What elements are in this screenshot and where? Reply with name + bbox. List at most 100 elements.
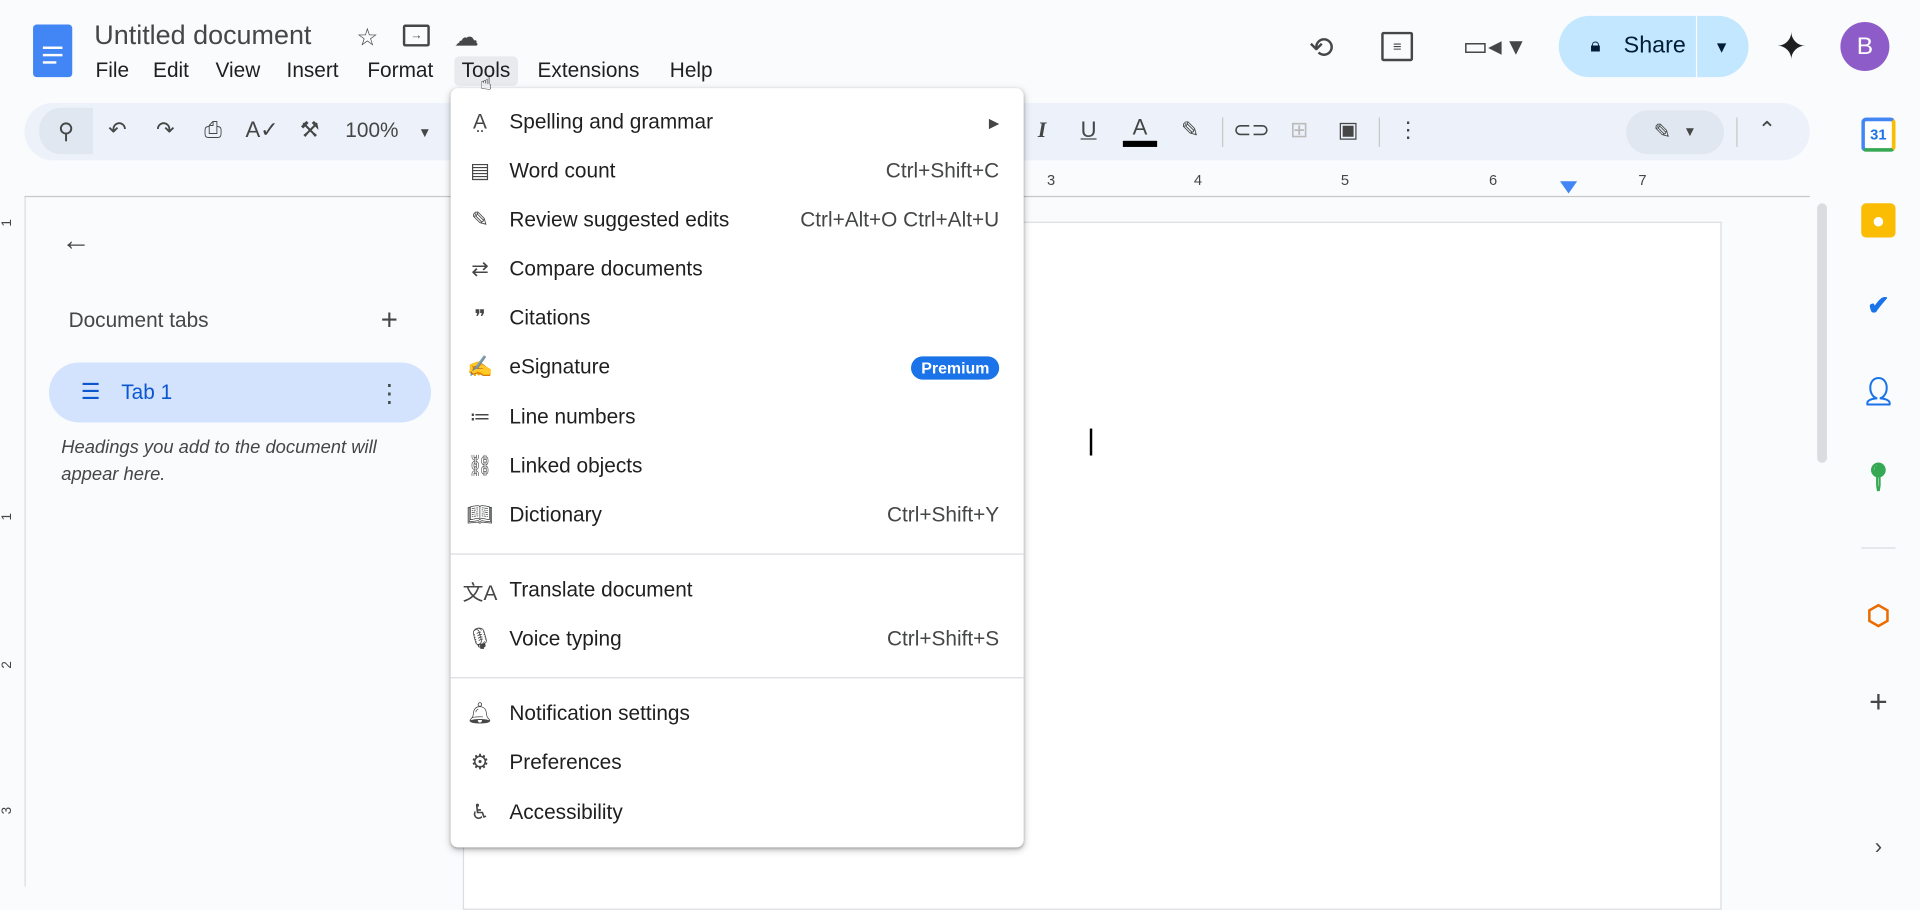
insert-link-icon[interactable]: ⊂⊃ <box>1233 118 1270 144</box>
menu-item-preferences[interactable]: ⚙ Preferences <box>451 741 1024 785</box>
docs-logo[interactable] <box>33 24 73 78</box>
menu-extensions[interactable]: Extensions <box>530 56 647 85</box>
menu-item-label: Preferences <box>509 750 622 774</box>
star-icon[interactable]: ☆ <box>353 22 382 51</box>
menu-item-notification-settings[interactable]: 🔔︎ Notification settings <box>451 692 1024 736</box>
menu-item-line-numbers[interactable]: ≔ Line numbers <box>451 396 1024 440</box>
move-folder-icon[interactable]: → <box>402 24 430 47</box>
calendar-icon[interactable]: 31 <box>1861 117 1896 152</box>
preferences-icon: ⚙ <box>470 750 490 774</box>
meet-icon[interactable]: ▭◂ ▾ <box>1462 31 1523 62</box>
shortcut-label: Ctrl+Alt+O Ctrl+Alt+U <box>800 208 1000 232</box>
highlight-icon[interactable]: ✎ <box>1178 118 1202 144</box>
menu-item-label: Word count <box>509 159 616 183</box>
add-tab-icon[interactable]: + <box>375 304 404 337</box>
more-options-icon[interactable]: ⋮ <box>1396 118 1420 144</box>
vertical-ruler: 1 1 2 3 <box>0 195 26 887</box>
menu-item-label: Translate document <box>509 577 693 602</box>
menu-format[interactable]: Format <box>360 56 441 85</box>
office-addon-icon[interactable]: ⬡ <box>1861 599 1895 633</box>
get-addons-icon[interactable]: + <box>1861 683 1895 720</box>
menu-item-compare-documents[interactable]: ⇄ Compare documents <box>451 247 1024 291</box>
menu-item-label: Dictionary <box>509 503 602 527</box>
menu-item-esignature[interactable]: ✍ eSignature Premium <box>451 345 1024 389</box>
maps-icon[interactable]: 📍︎ <box>1861 460 1895 494</box>
spellcheck-icon: A̤ <box>473 110 487 134</box>
menu-separator <box>450 553 1024 555</box>
google-docs-window: Untitled document ☆ → ☁ File Edit View I… <box>0 0 1920 910</box>
redo-icon[interactable]: ↷ <box>153 118 177 144</box>
menu-item-label: Line numbers <box>509 405 636 429</box>
search-menus-icon[interactable]: ⚲ <box>39 107 94 155</box>
tools-menu: A̤ Spelling and grammar ▶ ▤ Word count Ctrl+S… <box>450 88 1024 848</box>
cloud-saved-icon[interactable]: ☁ <box>451 22 483 51</box>
print-icon[interactable]: ⎙ <box>200 118 227 144</box>
menu-item-label: Linked objects <box>509 454 643 478</box>
share-button[interactable]: 🔒︎ Share ▼ <box>1558 15 1749 78</box>
document-title[interactable]: Untitled document <box>94 20 311 52</box>
underline-icon[interactable]: U <box>1078 118 1100 144</box>
text-cursor <box>1089 428 1093 456</box>
italic-icon[interactable]: I <box>1031 118 1053 144</box>
editing-mode-button[interactable]: ✎ ▼ <box>1626 110 1725 155</box>
dictionary-icon: 📖︎ <box>466 503 494 527</box>
zoom-select[interactable]: 100% ▼ <box>345 119 431 143</box>
scrollbar-thumb[interactable] <box>1817 203 1827 463</box>
premium-badge: Premium <box>911 355 1000 379</box>
headings-hint: Headings you add to the document will ap… <box>61 437 377 485</box>
comments-icon[interactable]: ≡ <box>1381 31 1414 62</box>
shortcut-label: Ctrl+Shift+C <box>885 159 1000 183</box>
menu-item-label: eSignature <box>509 355 611 379</box>
menu-item-label: Compare documents <box>509 257 703 281</box>
paint-format-icon[interactable]: ⚒ <box>298 118 322 144</box>
hide-menus-icon[interactable]: ⌃ <box>1753 118 1780 144</box>
translate-icon: 文A <box>462 581 498 605</box>
tasks-icon[interactable]: ✔ <box>1861 289 1895 323</box>
spellcheck-icon[interactable]: A✓ <box>245 118 278 144</box>
share-dropdown-icon[interactable]: ▼ <box>1706 33 1738 60</box>
gemini-icon[interactable]: ✦ <box>1772 26 1811 66</box>
contacts-icon[interactable]: 👤︎ <box>1861 375 1895 409</box>
menu-item-label: Citations <box>509 306 591 330</box>
menu-item-accessibility[interactable]: ♿︎ Accessibility <box>451 791 1024 835</box>
review-edits-icon: ✎ <box>471 208 489 232</box>
line-numbers-icon: ≔ <box>469 405 491 429</box>
menu-item-label: Spelling and grammar <box>509 110 714 134</box>
back-arrow-icon[interactable]: ← <box>59 224 93 258</box>
menu-help[interactable]: Help <box>662 56 720 85</box>
menu-insert[interactable]: Insert <box>279 56 346 85</box>
document-tabs-title: Document tabs <box>68 308 209 332</box>
bell-icon: 🔔︎ <box>466 701 494 725</box>
menu-item-label: Accessibility <box>509 800 623 825</box>
version-history-icon[interactable]: ⟲ <box>1303 29 1340 66</box>
add-comment-icon[interactable]: ⊞ <box>1286 118 1313 144</box>
insert-image-icon[interactable]: ▣ <box>1335 118 1362 144</box>
menu-item-translate-document[interactable]: 文A Translate document <box>451 568 1024 612</box>
menu-item-citations[interactable]: ❞ Citations <box>451 296 1024 340</box>
text-color-icon[interactable]: A <box>1122 115 1158 147</box>
menu-item-review-suggested-edits[interactable]: ✎ Review suggested edits Ctrl+Alt+O Ctrl+A… <box>451 198 1024 242</box>
menu-item-spelling-and-grammar[interactable]: A̤ Spelling and grammar ▶ <box>451 100 1024 144</box>
submenu-arrow-icon: ▶ <box>988 115 1000 131</box>
signature-icon: ✍ <box>467 355 493 379</box>
expand-panel-icon[interactable]: › <box>1861 829 1895 863</box>
menu-separator <box>450 677 1024 679</box>
accessibility-icon: ♿︎ <box>470 800 490 825</box>
menu-item-dictionary[interactable]: 📖︎ Dictionary Ctrl+Shift+Y <box>451 493 1024 537</box>
menu-item-word-count[interactable]: ▤ Word count Ctrl+Shift+C <box>451 149 1024 193</box>
menu-edit[interactable]: Edit <box>146 56 197 85</box>
linked-objects-icon: ⛓ <box>466 454 494 478</box>
mouse-pointer-icon: ☝︎ <box>480 73 493 95</box>
share-label: Share <box>1623 33 1686 59</box>
right-indent-marker[interactable] <box>1560 181 1578 194</box>
undo-icon[interactable]: ↶ <box>105 118 129 144</box>
menu-item-linked-objects[interactable]: ⛓ Linked objects <box>451 444 1024 488</box>
menu-file[interactable]: File <box>88 56 136 85</box>
avatar[interactable]: B <box>1840 22 1890 72</box>
menu-item-voice-typing[interactable]: 🎙︎ Voice typing Ctrl+Shift+S <box>451 617 1024 661</box>
lock-icon: 🔒︎ <box>1590 35 1601 57</box>
tab-options-icon[interactable]: ⋮ <box>377 378 401 407</box>
tab-item[interactable]: ☰ Tab 1 ⋮ <box>48 362 432 423</box>
menu-view[interactable]: View <box>208 56 267 85</box>
keep-icon[interactable]: ● <box>1861 203 1896 238</box>
